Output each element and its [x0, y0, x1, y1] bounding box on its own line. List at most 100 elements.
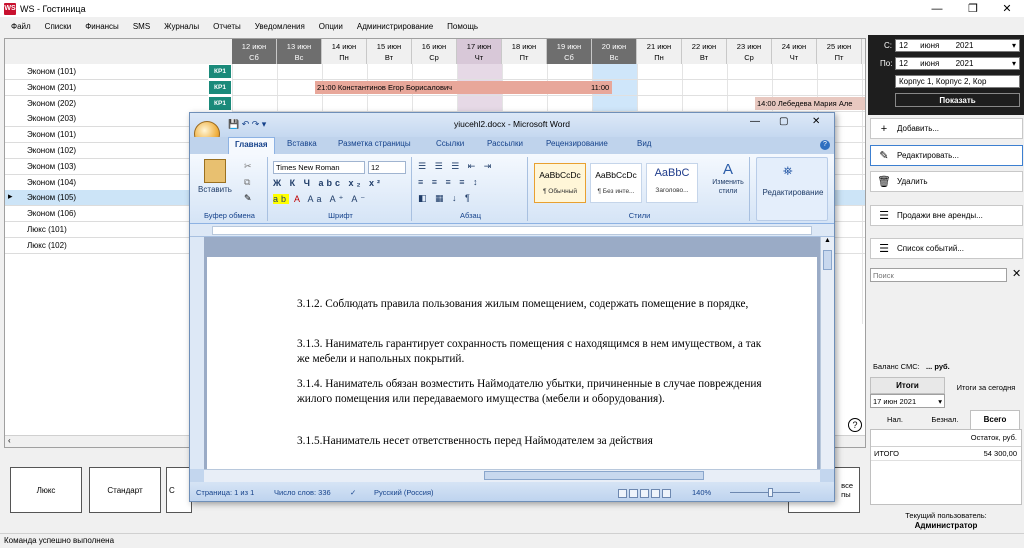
filter-standard-button[interactable]: Стандарт: [89, 467, 161, 513]
totals-today-label[interactable]: Итоги за сегодня: [955, 383, 1017, 393]
format-painter-icon[interactable]: ✎: [244, 193, 252, 204]
menu-notifications[interactable]: Уведомления: [248, 22, 312, 31]
format-toolbar[interactable]: Ж К Ч abc x₂ x²: [273, 178, 383, 188]
totals-button[interactable]: Итоги: [870, 377, 945, 394]
menu-finance[interactable]: Финансы: [78, 22, 126, 31]
room-row[interactable]: Эконом (101): [5, 127, 208, 144]
to-date-picker[interactable]: 12 июня 2021 ▾: [895, 57, 1020, 70]
spellcheck-icon[interactable]: ✓: [350, 482, 356, 501]
tab-mailings[interactable]: Рассылки: [487, 139, 523, 148]
room-row[interactable]: Эконом (105): [5, 190, 208, 207]
copy-icon[interactable]: ⧉: [244, 177, 250, 188]
scroll-thumb[interactable]: [484, 471, 704, 480]
show-button[interactable]: Показать: [895, 93, 1020, 107]
to-label: По:: [880, 59, 893, 68]
word-close-button[interactable]: ✕: [812, 116, 820, 127]
editing-group[interactable]: ⛯ Редактирование: [756, 157, 828, 221]
room-row[interactable]: Эконом (103): [5, 158, 208, 175]
menu-lists[interactable]: Списки: [38, 22, 79, 31]
scroll-thumb[interactable]: [823, 250, 832, 270]
word-minimize-button[interactable]: —: [750, 116, 760, 127]
edit-button[interactable]: ✎ Редактировать...: [870, 145, 1023, 166]
word-vscrollbar[interactable]: ▲: [820, 237, 834, 469]
horizontal-ruler[interactable]: [190, 224, 834, 237]
buildings-select[interactable]: Корпус 1, Корпус 2, Кор: [895, 75, 1020, 88]
doc-paragraph[interactable]: 3.1.5.Наниматель несет ответственность п…: [297, 434, 767, 449]
room-row[interactable]: Эконом (102): [5, 143, 208, 159]
tab-home[interactable]: Главная: [228, 137, 275, 154]
align-toolbar[interactable]: ≡ ≡ ≡ ≡ ↕: [418, 177, 481, 187]
tab-view[interactable]: Вид: [637, 139, 651, 148]
tab-page-layout[interactable]: Разметка страницы: [338, 139, 411, 148]
from-date-picker[interactable]: 12 июня 2021 ▾: [895, 39, 1020, 52]
maximize-button[interactable]: ❐: [956, 0, 990, 17]
room-row[interactable]: Эконом (202): [5, 95, 208, 112]
day-header: 23 июн Ср: [727, 39, 772, 64]
menu-help[interactable]: Помощь: [440, 22, 485, 31]
events-button[interactable]: ☰ Список событий...: [870, 238, 1023, 259]
style-no-spacing[interactable]: AaBbCcDc ¶ Без инте...: [590, 163, 642, 203]
doc-paragraph[interactable]: 3.1.2. Соблюдать правила пользования жил…: [297, 297, 767, 312]
status-page[interactable]: Страница: 1 из 1: [196, 482, 254, 501]
zoom-slider[interactable]: [720, 488, 808, 497]
menu-bar: Файл Списки Финансы SMS Журналы Отчеты У…: [0, 17, 1024, 35]
sales-button[interactable]: ☰ Продажи вне аренды...: [870, 205, 1023, 226]
tab-review[interactable]: Рецензирование: [546, 139, 608, 148]
minimize-button[interactable]: —: [920, 0, 954, 17]
color-toolbar[interactable]: ab A Aa A⁺ A⁻: [273, 194, 368, 205]
delete-button[interactable]: 🗑 Удалить: [870, 171, 1023, 192]
search-input[interactable]: [870, 268, 1007, 282]
menu-reports[interactable]: Отчеты: [206, 22, 248, 31]
view-buttons[interactable]: [618, 482, 672, 501]
style-heading[interactable]: AaBbC Заголово...: [646, 163, 698, 203]
totals-date-picker[interactable]: 17 июн 2021 ▾: [870, 394, 945, 408]
doc-paragraph[interactable]: 3.1.3. Наниматель гарантирует сохранност…: [297, 337, 767, 367]
doc-paragraph[interactable]: 3.1.4. Наниматель обязан возместить Найм…: [297, 377, 767, 407]
room-row[interactable]: Эконом (201): [5, 79, 208, 96]
help-icon[interactable]: ?: [820, 140, 830, 150]
zoom-level[interactable]: 140%: [692, 482, 711, 501]
room-row[interactable]: Эконом (104): [5, 174, 208, 191]
word-window[interactable]: 💾 ↶ ↷ ▾ yiucehl2.docx - Microsoft Word —…: [189, 112, 835, 502]
document-area[interactable]: 3.1.2. Соблюдать правила пользования жил…: [204, 237, 820, 469]
change-styles-button[interactable]: A Изменить стили: [708, 161, 748, 196]
close-button[interactable]: ✕: [990, 0, 1024, 17]
tab-total[interactable]: Всего: [970, 410, 1020, 429]
calendar-icon[interactable]: ▾: [1012, 58, 1016, 69]
filter-lux-button[interactable]: Люкс: [10, 467, 82, 513]
calendar-icon[interactable]: ▾: [938, 395, 942, 408]
paste-button[interactable]: Вставить: [198, 159, 232, 194]
add-button[interactable]: + Добавить...: [870, 118, 1023, 139]
clear-search-icon[interactable]: ✕: [1012, 267, 1021, 280]
help-icon[interactable]: ?: [848, 418, 862, 432]
status-words[interactable]: Число слов: 336: [274, 482, 331, 501]
calendar-icon[interactable]: ▾: [1012, 40, 1016, 51]
menu-options[interactable]: Опции: [312, 22, 350, 31]
menu-admin[interactable]: Администрирование: [350, 22, 440, 31]
room-row[interactable]: Эконом (101): [5, 64, 208, 80]
menu-sms[interactable]: SMS: [126, 22, 157, 31]
word-hscrollbar[interactable]: [204, 469, 820, 482]
document-page[interactable]: 3.1.2. Соблюдать правила пользования жил…: [207, 257, 817, 469]
room-row[interactable]: Эконом (203): [5, 111, 208, 128]
scroll-up-arrow[interactable]: ▲: [821, 237, 834, 244]
shading-toolbar[interactable]: ◧ ▦ ↓ ¶: [418, 193, 473, 204]
word-maximize-button[interactable]: ▢: [779, 116, 788, 127]
tab-references[interactable]: Ссылки: [436, 139, 464, 148]
tab-cash[interactable]: Нал.: [870, 412, 920, 429]
room-row[interactable]: Эконом (106): [5, 206, 208, 223]
room-row[interactable]: Люкс (102): [5, 237, 208, 254]
room-row[interactable]: Люкс (101): [5, 222, 208, 238]
cut-icon[interactable]: ✂: [244, 161, 252, 172]
menu-journals[interactable]: Журналы: [157, 22, 206, 31]
list-toolbar[interactable]: ☰ ☰ ☰ ⇤ ⇥: [418, 161, 494, 172]
font-name-select[interactable]: Times New Roman: [273, 161, 365, 174]
style-normal[interactable]: AaBbCcDc ¶ Обычный: [534, 163, 586, 203]
font-size-select[interactable]: 12: [368, 161, 406, 174]
tab-insert[interactable]: Вставка: [287, 139, 317, 148]
tab-cashless[interactable]: Безнал.: [920, 412, 970, 429]
status-language[interactable]: Русский (Россия): [374, 482, 434, 501]
booking-bar[interactable]: 14:00 Лебедева Мария Але: [755, 97, 865, 110]
menu-file[interactable]: Файл: [4, 22, 38, 31]
booking-bar[interactable]: 21:00 Константинов Егор Борисалович 11:0…: [315, 81, 612, 94]
